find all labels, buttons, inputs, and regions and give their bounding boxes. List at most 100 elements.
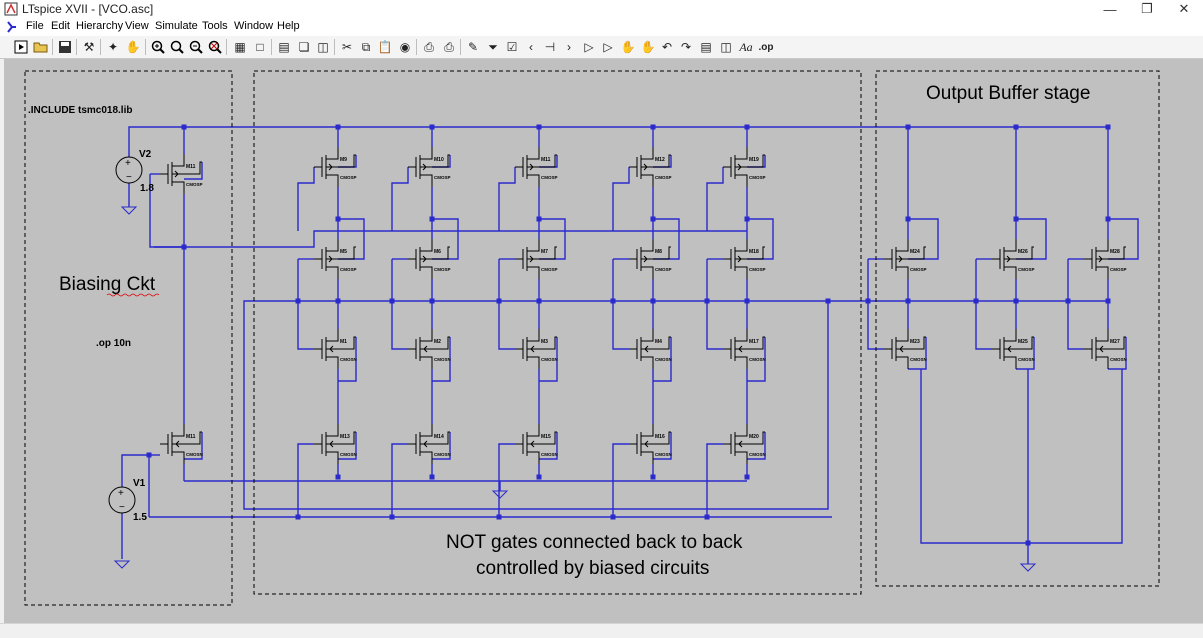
ground-icon[interactable]: ⏷ [484,38,502,56]
schematic-canvas[interactable]: .INCLUDE tsmc018.lib Biasing Ckt .op 10n… [4,59,1203,623]
pmos-transistor[interactable] [515,239,557,279]
undo-icon[interactable]: ↶ [658,38,676,56]
tile-icon[interactable]: □ [251,38,269,56]
zoom-area-icon[interactable] [168,38,186,56]
print-icon[interactable]: ⎙ [440,38,458,56]
nmos-transistor[interactable] [314,424,356,464]
drag-icon[interactable]: ✋ [639,38,657,56]
wire[interactable] [612,259,629,350]
v2-value[interactable]: 1.8 [140,183,154,194]
autorange-icon[interactable]: ▦ [231,38,249,56]
wire[interactable] [706,167,724,231]
inductor-icon[interactable]: › [560,38,578,56]
wire[interactable] [128,126,184,157]
rotate-icon[interactable]: ▤ [697,38,715,56]
pmos-transistor[interactable] [515,147,557,187]
menu-simulate[interactable]: Simulate [155,20,198,32]
nmos-transistor[interactable] [515,329,557,369]
pmos-transistor[interactable] [408,239,450,279]
wire-icon[interactable]: ✎ [464,38,482,56]
nmos-transistor[interactable] [884,329,926,369]
nmos-transistor[interactable] [408,329,450,369]
wire[interactable] [243,300,829,510]
v1-value[interactable]: 1.5 [133,512,147,523]
pmos-transistor[interactable] [992,239,1034,279]
component-icon[interactable]: ▷ [599,38,617,56]
run-icon[interactable] [12,38,30,56]
menu-file[interactable]: File [26,20,44,32]
menu-help[interactable]: Help [277,20,300,32]
find-icon[interactable]: ◉ [396,38,414,56]
move-icon[interactable]: ✋ [619,38,637,56]
redo-icon[interactable]: ↷ [677,38,695,56]
pmos-transistor[interactable] [314,239,356,279]
text-icon[interactable]: Aa [737,38,755,56]
capacitor-icon[interactable]: ⊣ [541,38,559,56]
nmos-transistor[interactable] [515,424,557,464]
nmos-transistor[interactable] [629,424,671,464]
wire[interactable] [149,174,184,248]
close-button[interactable]: ✕ [1167,0,1201,18]
pmos-transistor[interactable] [160,154,202,194]
wire[interactable] [498,167,516,231]
pmos-transistor[interactable] [723,239,765,279]
wire[interactable] [612,167,630,231]
pmos-transistor[interactable] [884,239,926,279]
schematic-svg[interactable]: .INCLUDE tsmc018.lib Biasing Ckt .op 10n… [4,59,1203,623]
halt-icon[interactable]: ✦ [104,38,122,56]
wire[interactable] [391,259,408,350]
pmos-transistor[interactable] [723,147,765,187]
print-setup-icon[interactable]: ⎙ [420,38,438,56]
nmos-transistor[interactable] [1084,329,1126,369]
ground-symbol[interactable] [1019,563,1037,572]
resistor-icon[interactable]: ‹ [522,38,540,56]
menu-edit[interactable]: Edit [51,20,70,32]
paste-icon[interactable]: 📋 [376,38,394,56]
save-icon[interactable] [56,38,74,56]
open-icon[interactable] [32,38,50,56]
v1-source[interactable]: + − [108,486,136,514]
cut-icon[interactable]: ✂ [338,38,356,56]
nmos-transistor[interactable] [160,424,202,464]
menu-tools[interactable]: Tools [202,20,228,32]
wire[interactable] [391,167,409,231]
wire[interactable] [706,259,723,350]
document-icon[interactable] [6,20,18,34]
tile-vertical-icon[interactable]: ◫ [314,38,332,56]
pmos-transistor[interactable] [629,147,671,187]
nmos-transistor[interactable] [408,424,450,464]
minimize-button[interactable]: — [1093,0,1127,18]
control-panel-icon[interactable]: ⚒ [80,38,98,56]
ground-symbol[interactable] [120,206,138,215]
nmos-transistor[interactable] [723,329,765,369]
diode-icon[interactable]: ▷ [580,38,598,56]
cascade-icon[interactable]: ❏ [295,38,313,56]
zoom-fit-icon[interactable] [206,38,224,56]
ground-symbol[interactable] [491,490,509,499]
menu-view[interactable]: View [125,20,149,32]
pmos-transistor[interactable] [1084,239,1126,279]
copy-icon[interactable]: ⧉ [357,38,375,56]
nmos-transistor[interactable] [723,424,765,464]
restore-button[interactable]: ❐ [1130,0,1164,18]
wire[interactable] [1067,259,1084,350]
tile-horizontal-icon[interactable]: ▤ [275,38,293,56]
wire[interactable] [975,259,992,350]
ground-symbol[interactable] [113,560,131,569]
menu-window[interactable]: Window [234,20,273,32]
nmos-transistor[interactable] [629,329,671,369]
wire[interactable] [920,369,1123,544]
v2-source[interactable]: + − [115,156,143,184]
pan-icon[interactable]: ✋ [124,38,142,56]
menu-hierarchy[interactable]: Hierarchy [76,20,123,32]
include-directive[interactable]: .INCLUDE tsmc018.lib [28,105,132,116]
nmos-transistor[interactable] [992,329,1034,369]
mirror-icon[interactable]: ◫ [717,38,735,56]
zoom-in-icon[interactable] [149,38,167,56]
wire[interactable] [297,259,314,350]
nmos-transistor[interactable] [314,329,356,369]
op-directive[interactable]: .op 10n [96,338,131,349]
wire[interactable] [498,259,515,350]
pmos-transistor[interactable] [629,239,671,279]
spice-directive-icon[interactable]: .op [757,38,775,56]
